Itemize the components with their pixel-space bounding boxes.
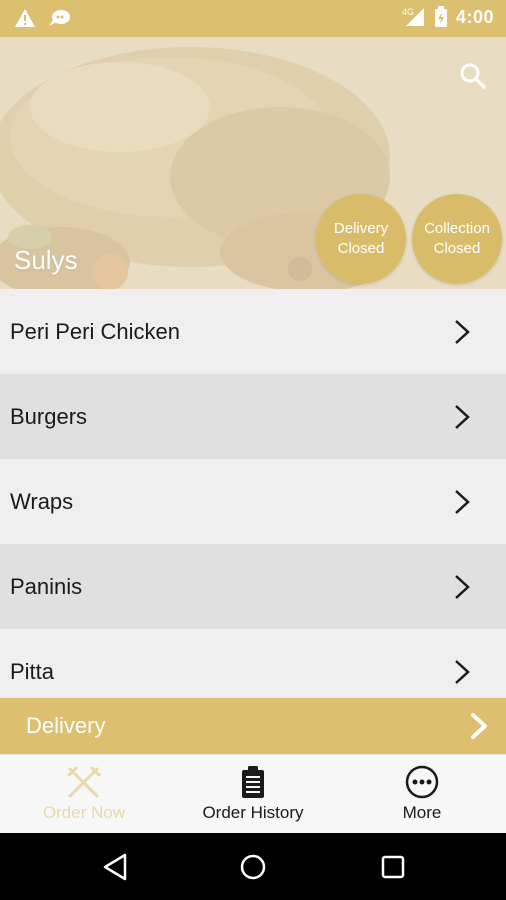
recents-icon	[381, 855, 405, 879]
menu-item-paninis[interactable]: Paninis	[0, 544, 506, 629]
bottom-navigation: Order Now Order History More	[0, 754, 506, 833]
nav-order-now-label: Order Now	[42, 803, 126, 822]
status-time: 4:00	[455, 6, 494, 27]
clipboard-icon	[242, 766, 264, 798]
chevron-right-icon	[471, 713, 487, 739]
collection-status-line2: Closed	[433, 240, 481, 257]
status-bar: 4G 4:00	[0, 0, 506, 37]
delivery-mode-label: Delivery	[26, 713, 106, 738]
nav-order-history-label: Order History	[202, 803, 304, 822]
chevron-right-icon	[455, 575, 470, 599]
more-dots-icon	[405, 765, 439, 799]
nav-more-label: More	[402, 803, 442, 822]
back-button[interactable]	[99, 851, 131, 883]
collection-status-badge: Collection Closed	[412, 194, 502, 284]
nav-order-now[interactable]: Order Now	[0, 755, 168, 834]
delivery-status-line2: Closed	[337, 240, 385, 257]
menu-category-list: Peri Peri Chicken Burgers Wraps Paninis …	[0, 289, 506, 714]
nav-order-history[interactable]: Order History	[169, 755, 337, 834]
menu-item-label: Wraps	[10, 488, 74, 514]
recents-button[interactable]	[377, 851, 409, 883]
menu-item-peri-peri-chicken[interactable]: Peri Peri Chicken	[0, 289, 506, 374]
warning-icon	[15, 9, 35, 27]
delivery-status-line1: Delivery	[333, 220, 389, 237]
home-icon	[240, 854, 266, 880]
chevron-right-icon	[455, 320, 470, 344]
network-type: 4G	[402, 7, 414, 17]
battery-icon	[434, 6, 447, 27]
collection-status-line1: Collection	[424, 220, 490, 237]
menu-item-label: Pitta	[10, 658, 55, 684]
status-left-icons	[14, 8, 72, 28]
chevron-right-icon	[455, 660, 470, 684]
delivery-mode-bar[interactable]: Delivery	[0, 698, 506, 754]
delivery-status-badge: Delivery Closed	[316, 194, 406, 284]
signal-icon: 4G	[402, 7, 424, 26]
chevron-right-icon	[455, 405, 470, 429]
menu-item-label: Paninis	[10, 573, 83, 599]
system-navigation-bar	[0, 833, 506, 900]
search-icon	[460, 63, 486, 89]
status-right-icons: 4G 4:00	[402, 6, 494, 28]
fork-knife-icon	[67, 766, 101, 798]
nav-more[interactable]: More	[338, 755, 506, 834]
notification-icon	[49, 10, 70, 26]
search-button[interactable]	[458, 61, 488, 91]
menu-item-label: Peri Peri Chicken	[10, 318, 180, 344]
chevron-right-icon	[455, 490, 470, 514]
home-button[interactable]	[237, 851, 269, 883]
menu-item-burgers[interactable]: Burgers	[0, 374, 506, 459]
back-icon	[103, 853, 127, 881]
menu-item-wraps[interactable]: Wraps	[0, 459, 506, 544]
menu-item-label: Burgers	[10, 403, 88, 429]
restaurant-name: Sulys	[14, 245, 78, 275]
restaurant-hero: Sulys Delivery Closed Collection Closed	[0, 37, 506, 289]
